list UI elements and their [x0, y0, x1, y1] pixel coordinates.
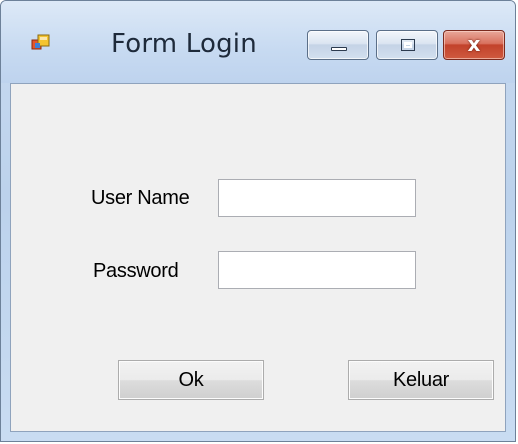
window-title: Form Login — [111, 29, 257, 59]
maximize-button[interactable] — [376, 30, 438, 60]
username-label: User Name — [91, 187, 190, 209]
exit-button[interactable]: Keluar — [348, 360, 494, 400]
login-window: Form Login x User Name Password Ok Kelua… — [0, 0, 516, 442]
close-button[interactable]: x — [443, 30, 505, 60]
windows-form-icon — [31, 34, 50, 50]
minimize-button[interactable] — [307, 30, 369, 60]
title-bar[interactable]: Form Login x — [1, 1, 515, 83]
minimize-icon — [331, 47, 347, 51]
username-input[interactable] — [218, 179, 416, 217]
close-icon: x — [467, 32, 481, 56]
password-input[interactable] — [218, 251, 416, 289]
password-label: Password — [93, 260, 179, 282]
form-client-area: User Name Password Ok Keluar — [10, 83, 506, 432]
ok-button[interactable]: Ok — [118, 360, 264, 400]
maximize-icon — [401, 39, 415, 51]
